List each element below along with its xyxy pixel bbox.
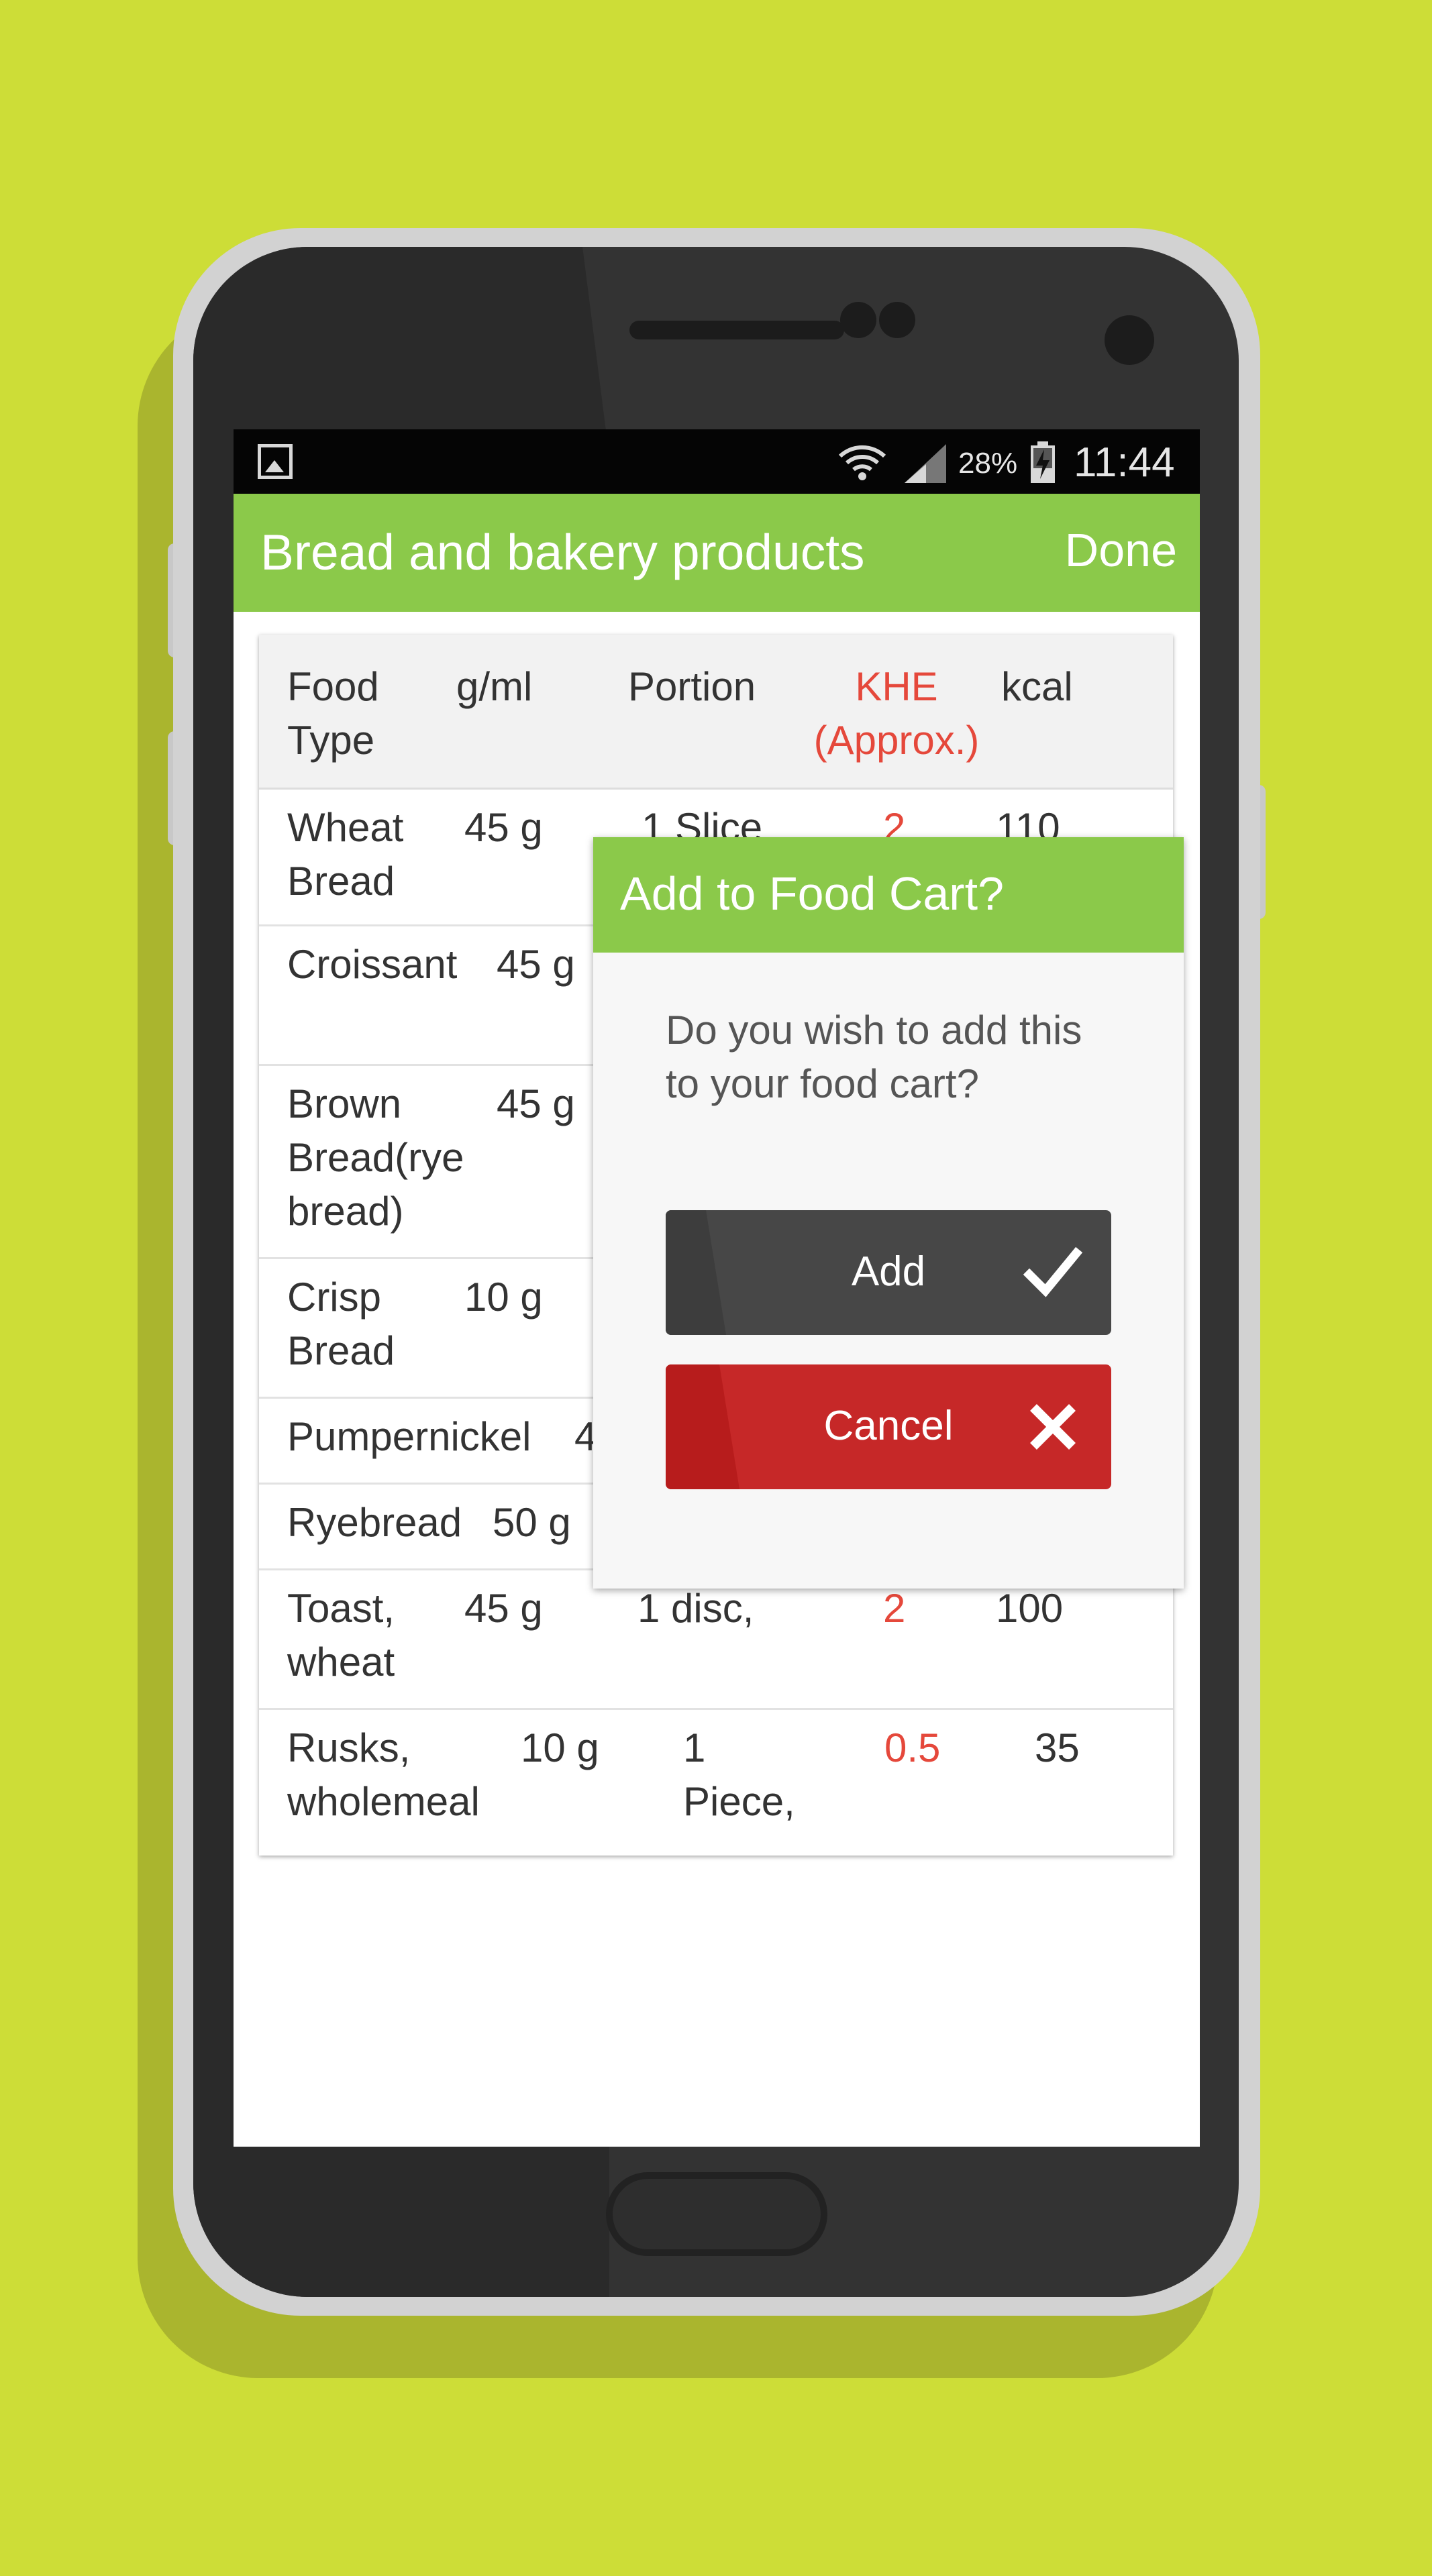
done-button[interactable]: Done [1065,523,1177,577]
food-name: Pumpernickel [287,1414,531,1459]
battery-percent: 28% [958,447,1018,480]
page-title: Bread and bakery products [260,524,865,580]
dialog-header: Add to Food Cart? [593,837,1184,953]
header-food-type: Food Type [287,664,379,763]
food-khe: 0.5 [884,1725,941,1770]
food-name: Ryebread [287,1500,462,1545]
phone-screen: 28% 11:44 Bread and bakery products Done… [234,429,1200,2147]
food-portion: 1 Piece, [683,1725,795,1824]
food-portion: 1 disc, [637,1586,754,1631]
dialog-title: Add to Food Cart? [620,867,1004,920]
close-icon [1030,1404,1076,1450]
dialog-message: Do you wish to add this to your food car… [666,1008,1082,1106]
food-kcal: 35 [1035,1725,1080,1770]
food-gml: 45 g [464,805,543,850]
gallery-notification-icon [258,444,293,479]
food-khe: 2 [883,1586,906,1631]
food-name: Wheat Bread [287,805,404,904]
checkmark-icon [1023,1246,1083,1297]
battery-charging-icon [1031,441,1055,483]
food-gml: 10 g [464,1275,543,1320]
status-bar: 28% 11:44 [234,429,1200,494]
food-kcal: 100 [996,1586,1064,1631]
add-to-cart-dialog: Add to Food Cart? Do you wish to add thi… [593,837,1184,1589]
clock: 11:44 [1074,439,1175,486]
food-name: Brown Bread(rye bread) [287,1081,464,1234]
light-sensor [879,302,915,338]
header-khe: KHE (Approx.) [813,664,980,763]
food-gml: 45 g [497,1081,575,1126]
add-button[interactable]: Add [666,1210,1111,1335]
home-button[interactable] [606,2172,827,2256]
proximity-sensor [840,302,876,338]
table-row[interactable]: Rusks, wholemeal 10 g 1 Piece, 0.5 35 [259,1708,1173,1856]
front-camera [1105,315,1154,365]
earpiece-speaker [629,321,844,339]
food-name: Croissant [287,942,458,987]
table-row[interactable]: Toast, wheat 45 g 1 disc, 2 100 [259,1568,1173,1710]
food-name: Crisp Bread [287,1275,395,1373]
food-gml: 50 g [493,1500,571,1545]
app-bar: Bread and bakery products Done [234,494,1200,612]
food-gml: 45 g [497,942,575,987]
header-g-ml: g/ml [456,664,533,709]
wifi-icon [838,445,886,480]
cancel-button[interactable]: Cancel [666,1364,1111,1489]
table-header: Food Type g/ml Portion KHE (Approx.) kca… [259,635,1173,790]
food-gml: 45 g [464,1586,543,1631]
cell-signal-icon [905,444,946,483]
food-name: Toast, wheat [287,1586,395,1684]
header-kcal: kcal [1001,664,1073,709]
food-gml: 10 g [521,1725,599,1770]
header-portion: Portion [628,664,756,709]
food-name: Rusks, wholemeal [287,1725,480,1824]
